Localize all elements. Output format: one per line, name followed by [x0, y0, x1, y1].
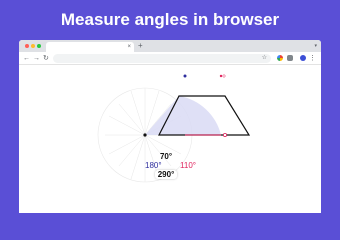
angle-bottom-value: 290°: [154, 170, 178, 179]
handle-red-top-ring: [222, 74, 226, 78]
reload-icon[interactable]: ↻: [43, 54, 49, 63]
active-tab[interactable]: ×: [46, 42, 134, 52]
address-bar[interactable]: ☆: [53, 54, 271, 63]
more-vert-icon[interactable]: ⋮: [309, 54, 316, 63]
plus-icon[interactable]: +: [138, 41, 143, 51]
back-arrow-icon[interactable]: ←: [23, 54, 30, 63]
browser-window: × + ▾ ← → ↻ ☆ ⋮ 70° 180° 110° 290°: [19, 40, 321, 213]
angle-right-value: 110°: [180, 161, 196, 170]
star-icon[interactable]: ☆: [262, 54, 267, 63]
forward-arrow-icon[interactable]: →: [33, 54, 40, 63]
angle-sector: [145, 96, 221, 135]
protractor-overlay: [97, 74, 251, 183]
handle-red-top: [219, 74, 223, 78]
close-icon[interactable]: ×: [127, 42, 131, 52]
page-content: 70° 180° 110° 290°: [19, 66, 321, 213]
angle-top-value: 70°: [159, 152, 173, 161]
maximize-window-dot[interactable]: [37, 44, 41, 48]
minimize-window-dot[interactable]: [31, 44, 35, 48]
close-window-dot[interactable]: [25, 44, 29, 48]
handle-red: [222, 133, 227, 138]
toolbar: ← → ↻ ☆ ⋮: [19, 52, 321, 65]
angle-readout: 70° 180° 110° 290°: [145, 152, 196, 179]
angle-vertex: [143, 133, 147, 137]
angle-left-value: 180°: [145, 161, 162, 170]
extension-icon[interactable]: [277, 55, 283, 61]
headline: Measure angles in browser: [60, 10, 280, 29]
puzzle-icon[interactable]: [287, 55, 293, 61]
tab-bar: × + ▾: [19, 40, 321, 52]
chevron-down-icon[interactable]: ▾: [314, 41, 317, 51]
profile-icon[interactable]: [300, 55, 306, 61]
handle-blue-top: [183, 74, 187, 78]
